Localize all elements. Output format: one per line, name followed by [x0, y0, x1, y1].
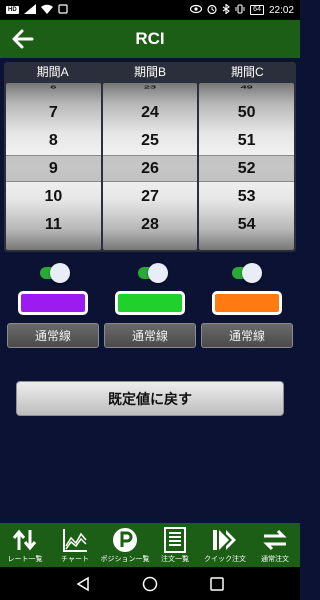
triangle-back-icon — [76, 576, 90, 591]
chart-icon — [61, 527, 89, 553]
nav-label: レート一覧 — [7, 556, 43, 563]
position-list-icon — [111, 527, 139, 553]
bluetooth-icon — [222, 2, 231, 17]
normal-order-icon — [261, 527, 289, 553]
square-recents-icon — [209, 576, 224, 591]
reset-defaults-button[interactable]: 既定値に戻す — [16, 381, 284, 416]
nav-label: ポジション一覧 — [100, 556, 150, 563]
system-recents-button[interactable] — [207, 574, 227, 594]
notification-icon — [58, 3, 68, 17]
line-a-toggle[interactable] — [38, 263, 70, 283]
alarm-icon — [207, 4, 217, 17]
wheel-value[interactable]: 25 — [103, 128, 198, 154]
wheel-value[interactable]: 28 — [103, 212, 198, 238]
line-a-color[interactable] — [18, 291, 88, 315]
app-header: RCI — [0, 20, 300, 58]
back-button[interactable] — [10, 26, 36, 52]
period-picker: 期間A 期間B 期間C 6 7 8 9 10 11 23 24 25 26 27 28 49 50 51… — [4, 62, 296, 252]
status-bar: HD 64 22:02 — [0, 0, 300, 20]
line-c-toggle[interactable] — [230, 263, 262, 283]
hd-badge: HD — [6, 6, 19, 14]
system-nav-bar — [0, 567, 300, 600]
period-a-header: 期間A — [36, 65, 69, 79]
vibrate-icon — [235, 3, 245, 17]
wheel-value[interactable]: 27 — [103, 184, 198, 210]
nav-label: 注文一覧 — [161, 556, 189, 563]
quick-order-icon — [211, 527, 239, 553]
nav-label: クイック注文 — [204, 556, 246, 563]
nav-chart[interactable]: チャート — [50, 523, 100, 567]
period-c-wheel[interactable]: 49 50 51 52 53 54 — [199, 83, 295, 250]
system-back-button[interactable] — [73, 574, 93, 594]
signal-icon — [23, 3, 36, 17]
rate-list-icon — [11, 527, 39, 553]
period-b-header: 期間B — [133, 65, 166, 79]
battery-icon: 64 — [250, 5, 264, 15]
wheel-value[interactable]: 11 — [6, 212, 101, 238]
wheel-value[interactable]: 54 — [199, 212, 294, 238]
nav-order-list[interactable]: 注文一覧 — [150, 523, 200, 567]
wheel-value-selected[interactable]: 9 — [6, 156, 101, 182]
nav-label: チャート — [61, 556, 89, 563]
wheel-value-selected[interactable]: 52 — [199, 156, 294, 182]
wheel-value[interactable]: 6 — [6, 83, 101, 93]
wheel-value[interactable]: 53 — [199, 184, 294, 210]
nav-quick-order[interactable]: クイック注文 — [200, 523, 250, 567]
wheel-value[interactable]: 10 — [6, 184, 101, 210]
line-a-type-button[interactable]: 通常線 — [7, 323, 99, 348]
line-b-color[interactable] — [115, 291, 185, 315]
period-b-wheel[interactable]: 23 24 25 26 27 28 — [102, 83, 198, 250]
line-c-color[interactable] — [212, 291, 282, 315]
wheel-value[interactable]: 50 — [199, 100, 294, 126]
back-arrow-icon — [12, 29, 34, 49]
eye-icon — [190, 4, 203, 17]
line-b-toggle[interactable] — [136, 263, 168, 283]
nav-label: 通常注文 — [261, 556, 289, 563]
nav-normal-order[interactable]: 通常注文 — [250, 523, 300, 567]
system-home-button[interactable] — [140, 574, 160, 594]
period-a-wheel[interactable]: 6 7 8 9 10 11 — [6, 83, 101, 250]
wheel-value[interactable]: 49 — [199, 83, 294, 93]
wifi-icon — [40, 4, 53, 17]
wheel-value[interactable]: 7 — [6, 100, 101, 126]
period-headers: 期間A 期間B 期間C — [4, 62, 296, 82]
nav-position-list[interactable]: ポジション一覧 — [100, 523, 150, 567]
page-title: RCI — [135, 29, 165, 48]
clock: 22:02 — [268, 4, 294, 16]
period-c-header: 期間C — [230, 65, 264, 79]
line-b-type-button[interactable]: 通常線 — [104, 323, 196, 348]
wheel-value[interactable]: 51 — [199, 128, 294, 154]
circle-home-icon — [142, 576, 158, 591]
wheel-value[interactable]: 24 — [103, 100, 198, 126]
wheel-value-selected[interactable]: 26 — [103, 156, 198, 182]
wheel-value[interactable]: 23 — [103, 83, 198, 93]
nav-rate-list[interactable]: レート一覧 — [0, 523, 50, 567]
line-c-type-button[interactable]: 通常線 — [201, 323, 293, 348]
order-list-icon — [161, 527, 189, 553]
wheel-value[interactable]: 8 — [6, 128, 101, 154]
bottom-nav: レート一覧 チャート ポジション一覧 注文一覧 クイック注文 通常注文 — [0, 523, 300, 567]
